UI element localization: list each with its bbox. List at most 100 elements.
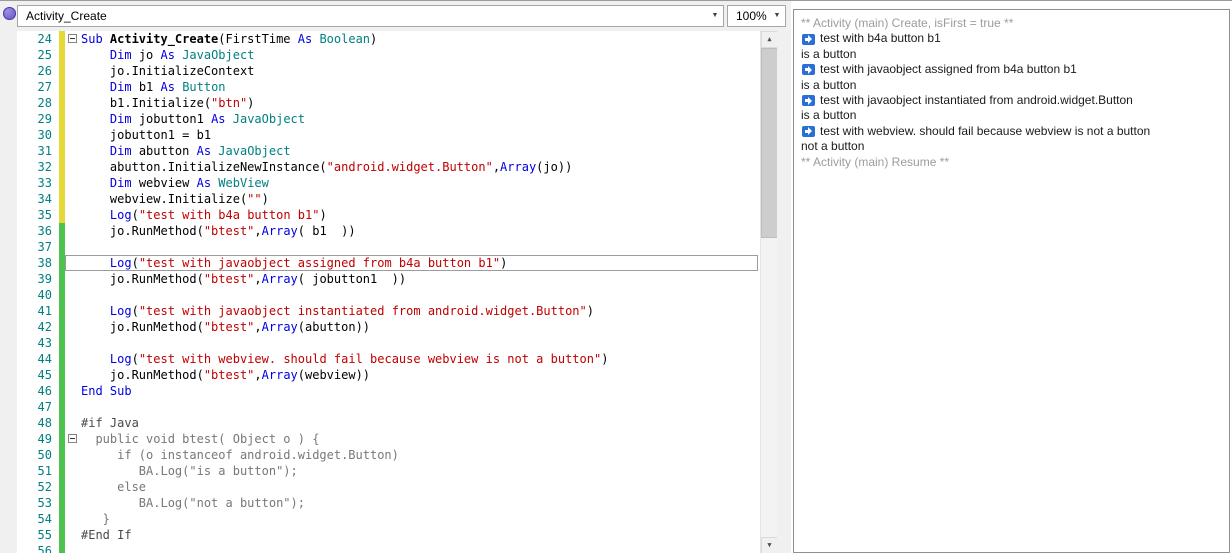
log-line[interactable]: is a button bbox=[801, 78, 1222, 93]
line-number[interactable]: 33 bbox=[17, 175, 59, 191]
code-line[interactable]: 44 Log("test with webview. should fail b… bbox=[17, 351, 760, 367]
line-number[interactable]: 49 bbox=[17, 431, 59, 447]
code-line[interactable]: 48#if Java bbox=[17, 415, 760, 431]
line-number[interactable]: 45 bbox=[17, 367, 59, 383]
code-line[interactable]: 28 b1.Initialize("btn") bbox=[17, 95, 760, 111]
logs-panel[interactable]: ** Activity (main) Create, isFirst = tru… bbox=[793, 9, 1230, 553]
code-line[interactable]: 35 Log("test with b4a button b1") bbox=[17, 207, 760, 223]
zoom-selector-dropdown[interactable]: 100% ▼ bbox=[727, 5, 786, 27]
code-line[interactable]: 27 Dim b1 As Button bbox=[17, 79, 760, 95]
log-line[interactable]: ** Activity (main) Create, isFirst = tru… bbox=[801, 16, 1222, 31]
line-number[interactable]: 34 bbox=[17, 191, 59, 207]
code-line[interactable]: 45 jo.RunMethod("btest",Array(webview)) bbox=[17, 367, 760, 383]
line-number[interactable]: 55 bbox=[17, 527, 59, 543]
log-line[interactable]: test with webview. should fail because w… bbox=[801, 124, 1222, 139]
line-number[interactable]: 43 bbox=[17, 335, 59, 351]
log-text: test with webview. should fail because w… bbox=[820, 124, 1150, 139]
code-line[interactable]: 50 if (o instanceof android.widget.Butto… bbox=[17, 447, 760, 463]
log-line[interactable]: ** Activity (main) Resume ** bbox=[801, 155, 1222, 170]
scrollbar-thumb[interactable] bbox=[761, 48, 777, 238]
code-line[interactable]: 54 } bbox=[17, 511, 760, 527]
line-number[interactable]: 35 bbox=[17, 207, 59, 223]
scroll-up-icon[interactable]: ▲ bbox=[761, 31, 777, 48]
line-number[interactable]: 31 bbox=[17, 143, 59, 159]
chevron-down-icon[interactable]: ▼ bbox=[707, 6, 723, 26]
line-number[interactable]: 42 bbox=[17, 319, 59, 335]
code-line[interactable]: 33 Dim webview As WebView bbox=[17, 175, 760, 191]
chevron-down-icon[interactable]: ▼ bbox=[769, 6, 785, 26]
line-number[interactable]: 38 bbox=[17, 255, 59, 271]
log-line[interactable]: is a button bbox=[801, 108, 1222, 123]
code-text: else bbox=[81, 479, 146, 495]
vertical-scrollbar[interactable]: ▲ ▼ bbox=[760, 31, 777, 553]
line-number[interactable]: 26 bbox=[17, 63, 59, 79]
line-number[interactable]: 40 bbox=[17, 287, 59, 303]
fold-margin bbox=[65, 415, 81, 431]
line-number[interactable]: 47 bbox=[17, 399, 59, 415]
line-number[interactable]: 46 bbox=[17, 383, 59, 399]
code-line[interactable]: 49 public void btest( Object o ) { bbox=[17, 431, 760, 447]
log-text: test with javaobject assigned from b4a b… bbox=[820, 62, 1077, 77]
code-line[interactable]: 29 Dim jobutton1 As JavaObject bbox=[17, 111, 760, 127]
code-line[interactable]: 25 Dim jo As JavaObject bbox=[17, 47, 760, 63]
sub-selector-dropdown[interactable]: Activity_Create ▼ bbox=[17, 5, 724, 27]
line-number[interactable]: 37 bbox=[17, 239, 59, 255]
scroll-down-icon[interactable]: ▼ bbox=[761, 537, 777, 553]
line-number[interactable]: 41 bbox=[17, 303, 59, 319]
code-line[interactable]: 42 jo.RunMethod("btest",Array(abutton)) bbox=[17, 319, 760, 335]
code-line[interactable]: 55#End If bbox=[17, 527, 760, 543]
code-line[interactable]: 37 bbox=[17, 239, 760, 255]
code-line[interactable]: 46End Sub bbox=[17, 383, 760, 399]
line-number[interactable]: 36 bbox=[17, 223, 59, 239]
code-line[interactable]: 26 jo.InitializeContext bbox=[17, 63, 760, 79]
log-line[interactable]: is a button bbox=[801, 47, 1222, 62]
line-number[interactable]: 54 bbox=[17, 511, 59, 527]
code-line[interactable]: 40 bbox=[17, 287, 760, 303]
line-number[interactable]: 32 bbox=[17, 159, 59, 175]
code-line[interactable]: 30 jobutton1 = b1 bbox=[17, 127, 760, 143]
line-number[interactable]: 51 bbox=[17, 463, 59, 479]
line-number[interactable]: 29 bbox=[17, 111, 59, 127]
code-line[interactable]: 47 bbox=[17, 399, 760, 415]
code-line[interactable]: 52 else bbox=[17, 479, 760, 495]
log-line[interactable]: not a button bbox=[801, 139, 1222, 154]
log-line[interactable]: test with b4a button b1 bbox=[801, 31, 1222, 46]
line-number[interactable]: 24 bbox=[17, 31, 59, 47]
line-number[interactable]: 44 bbox=[17, 351, 59, 367]
code-line[interactable]: 39 jo.RunMethod("btest",Array( jobutton1… bbox=[17, 271, 760, 287]
fold-collapse-icon[interactable] bbox=[68, 434, 77, 443]
code-line[interactable]: 53 BA.Log("not a button"); bbox=[17, 495, 760, 511]
code-line[interactable]: 51 BA.Log("is a button"); bbox=[17, 463, 760, 479]
code-line[interactable]: 32 abutton.InitializeNewInstance("androi… bbox=[17, 159, 760, 175]
code-line[interactable]: 24Sub Activity_Create(FirstTime As Boole… bbox=[17, 31, 760, 47]
line-number[interactable]: 50 bbox=[17, 447, 59, 463]
line-number[interactable]: 30 bbox=[17, 127, 59, 143]
fold-margin bbox=[65, 431, 81, 447]
line-number[interactable]: 39 bbox=[17, 271, 59, 287]
line-number[interactable]: 56 bbox=[17, 543, 59, 553]
line-number[interactable]: 28 bbox=[17, 95, 59, 111]
blue-arrow-icon bbox=[802, 64, 815, 75]
code-text: Log("test with javaobject assigned from … bbox=[81, 255, 507, 271]
code-text: b1.Initialize("btn") bbox=[81, 95, 254, 111]
code-line[interactable]: 43 bbox=[17, 335, 760, 351]
code-line[interactable]: 56 bbox=[17, 543, 760, 553]
fold-collapse-icon[interactable] bbox=[68, 34, 77, 43]
line-number[interactable]: 27 bbox=[17, 79, 59, 95]
fold-margin bbox=[65, 447, 81, 463]
log-line[interactable]: test with javaobject assigned from b4a b… bbox=[801, 62, 1222, 77]
code-editor[interactable]: 24Sub Activity_Create(FirstTime As Boole… bbox=[17, 31, 777, 553]
code-line[interactable]: 41 Log("test with javaobject instantiate… bbox=[17, 303, 760, 319]
blue-arrow-icon bbox=[802, 95, 815, 106]
fold-margin bbox=[65, 175, 81, 191]
line-number[interactable]: 48 bbox=[17, 415, 59, 431]
code-line[interactable]: 34 webview.Initialize("") bbox=[17, 191, 760, 207]
log-line[interactable]: test with javaobject instantiated from a… bbox=[801, 93, 1222, 108]
code-line[interactable]: 31 Dim abutton As JavaObject bbox=[17, 143, 760, 159]
line-number[interactable]: 52 bbox=[17, 479, 59, 495]
code-line[interactable]: 38 Log("test with javaobject assigned fr… bbox=[17, 255, 760, 271]
line-number[interactable]: 25 bbox=[17, 47, 59, 63]
code-line[interactable]: 36 jo.RunMethod("btest",Array( b1 )) bbox=[17, 223, 760, 239]
line-number[interactable]: 53 bbox=[17, 495, 59, 511]
blue-arrow-icon bbox=[802, 34, 815, 45]
